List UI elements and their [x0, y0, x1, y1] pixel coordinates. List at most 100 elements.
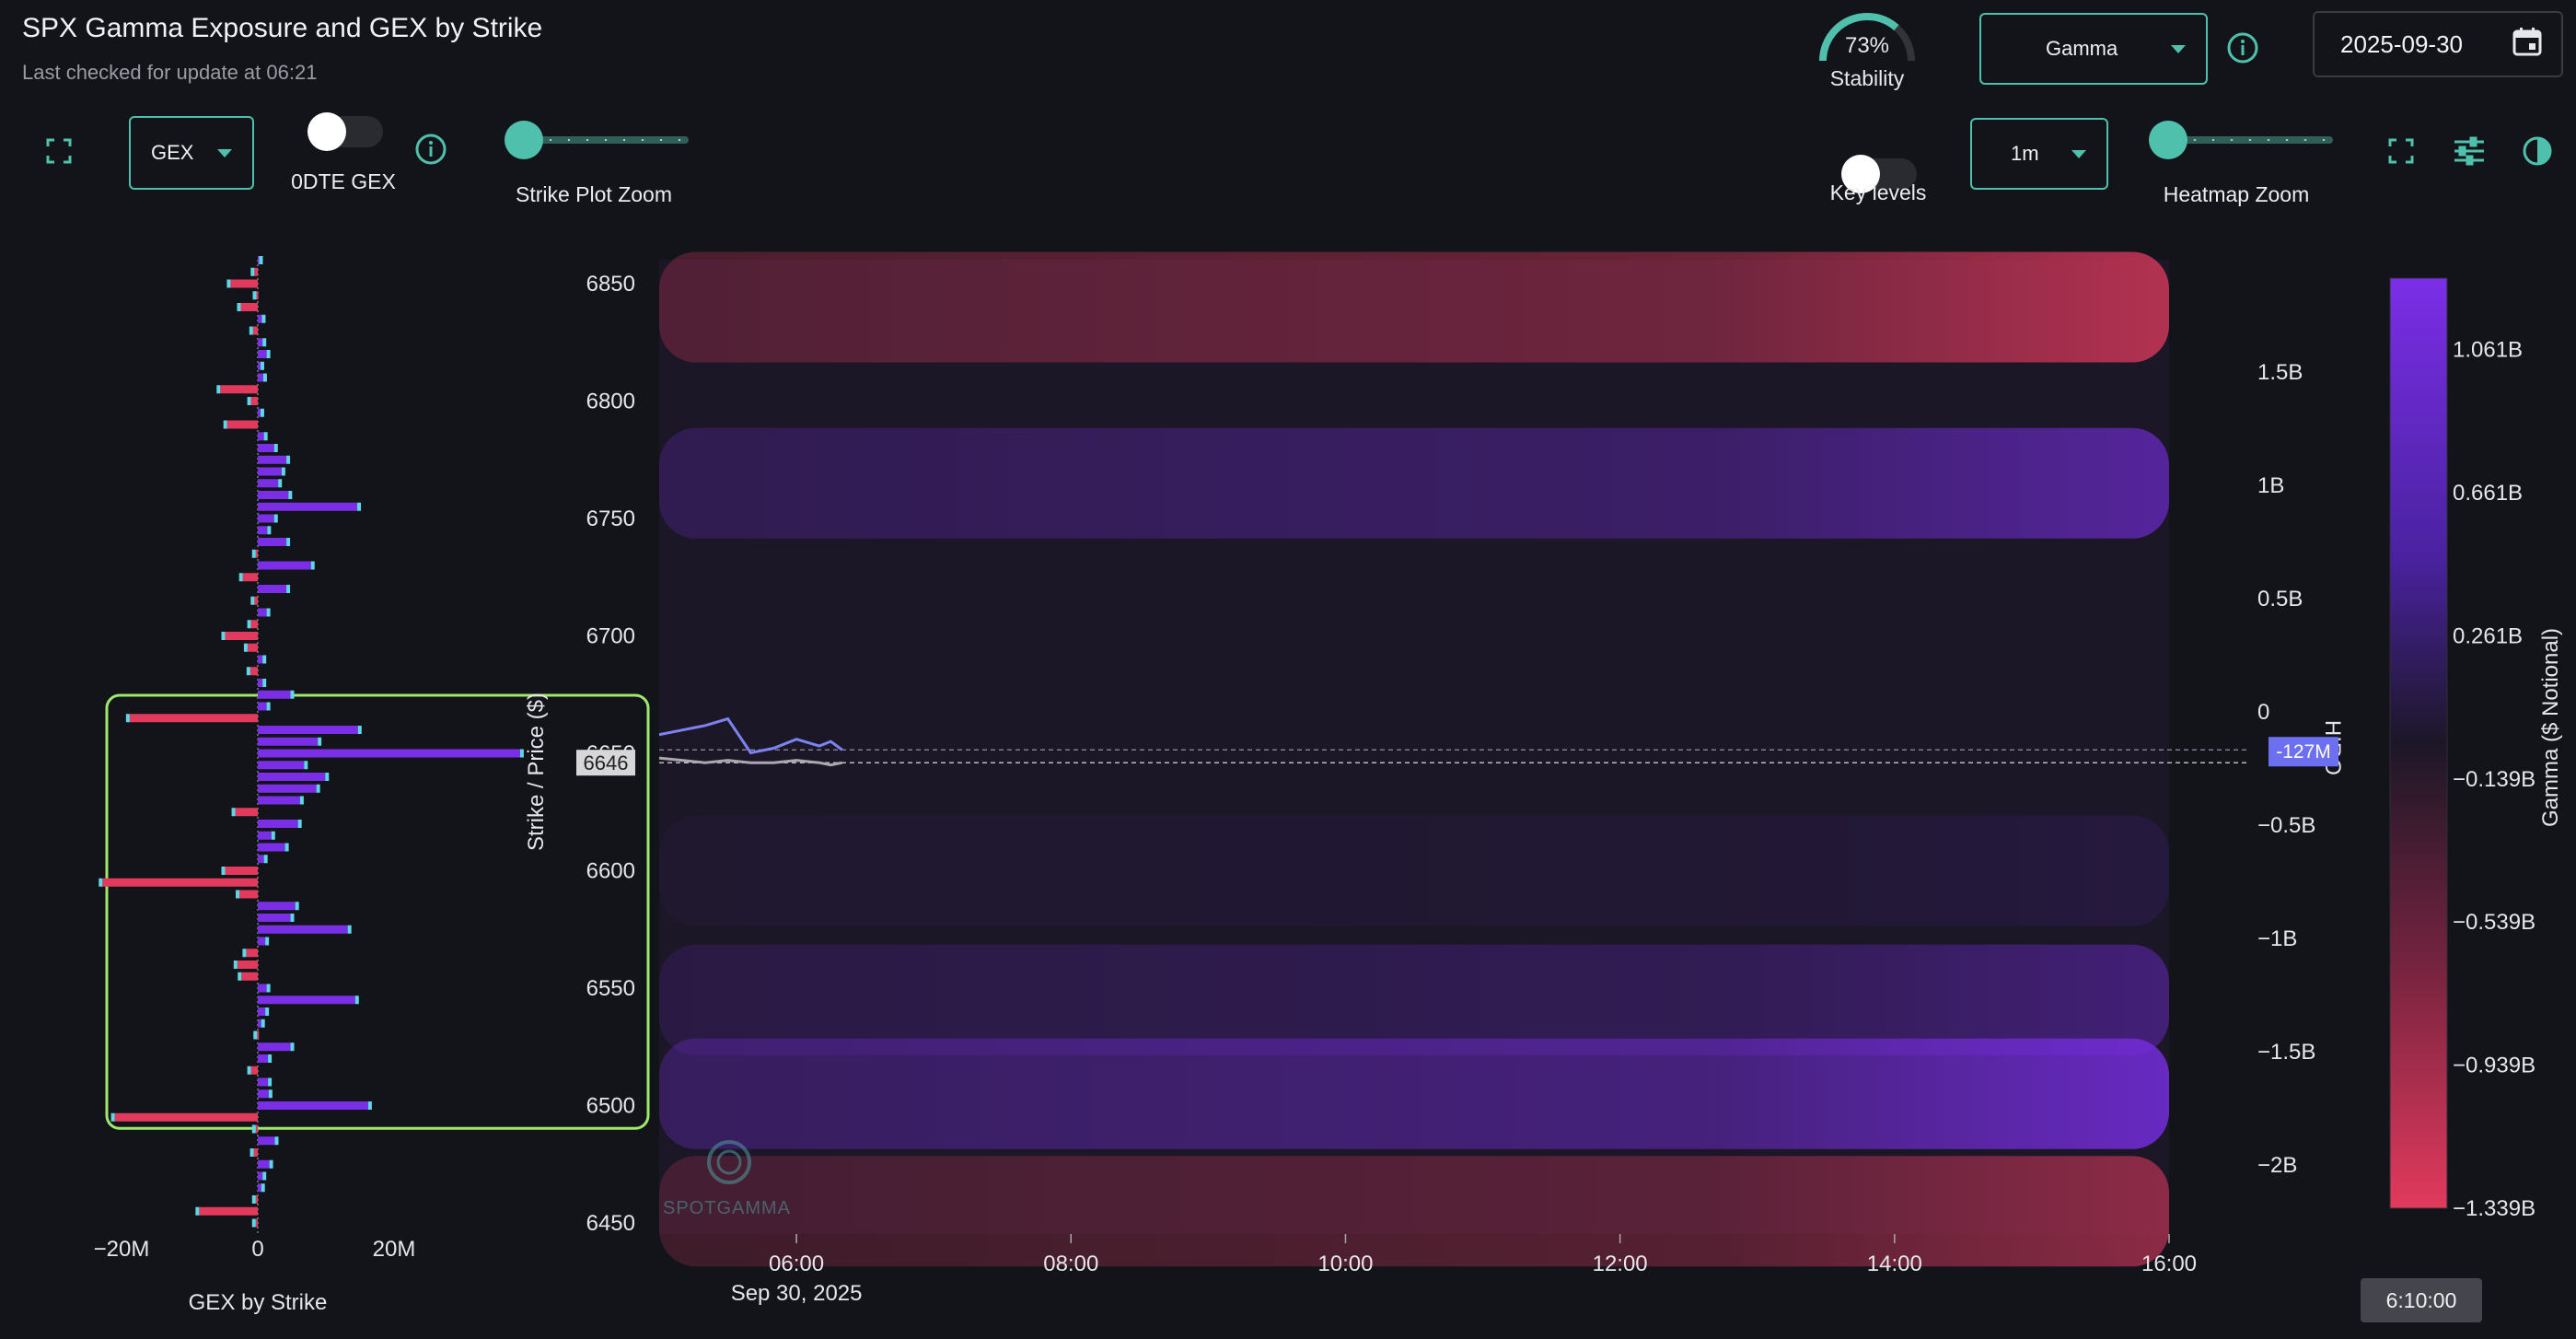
time-x-tick: 06:00: [769, 1252, 824, 1276]
gex-bar-cap: [325, 773, 330, 781]
gex-bar-cap: [265, 1007, 270, 1016]
gex-bar-cap: [251, 1195, 256, 1204]
gex-bar: [254, 596, 258, 605]
gex-bar-cap: [266, 350, 271, 358]
gex-bar: [258, 702, 267, 711]
gex-bar-cap: [262, 338, 267, 347]
gex-bar-cap: [268, 1077, 273, 1087]
gex-bar-cap: [274, 1136, 279, 1146]
gex-bar: [258, 467, 282, 476]
stability-gauge: 73% Stability: [1812, 6, 1922, 94]
gex-bar: [258, 1019, 261, 1028]
contrast-icon[interactable]: [2517, 131, 2558, 171]
price-y-tick: 6700: [586, 624, 635, 649]
gex-bar: [258, 984, 267, 993]
chevron-down-icon: [2171, 44, 2186, 53]
gex-bar-cap: [247, 620, 251, 629]
date-value: 2025-09-30: [2340, 29, 2463, 58]
metric-select[interactable]: Gamma: [1979, 13, 2208, 85]
gex-bar-cap: [247, 1065, 251, 1075]
heatmap-band: [659, 815, 2169, 926]
gex-bar-cap: [253, 1030, 258, 1040]
price-y-tick: 6600: [586, 859, 635, 884]
hiro-y-tick: 1B: [2257, 473, 2284, 498]
gex-bar-cap: [249, 1148, 254, 1157]
heatmap-zoom-label: Heatmap Zoom: [2163, 182, 2310, 206]
price-y-tick: 6500: [586, 1094, 635, 1119]
gex-select[interactable]: GEX: [129, 116, 254, 190]
date-picker[interactable]: 2025-09-30: [2313, 11, 2563, 77]
slider-thumb[interactable]: [505, 121, 543, 159]
gex-bar-cap: [260, 361, 264, 370]
strike-x-tick: −20M: [94, 1237, 150, 1262]
gex-bar: [258, 432, 264, 441]
slider-thumb[interactable]: [2149, 121, 2187, 159]
colorbar-gradient: [2389, 277, 2448, 1209]
gex-bar: [258, 514, 274, 523]
settings-sliders-icon[interactable]: [2449, 131, 2489, 171]
heatmap-zoom-slider[interactable]: [2149, 121, 2333, 159]
stability-label: Stability: [1829, 66, 1905, 90]
strike-x-tick: 0: [251, 1237, 263, 1262]
gex-bar-cap: [286, 538, 291, 546]
time-x-tick: 10:00: [1317, 1252, 1373, 1276]
strike-plot-zoom-slider[interactable]: [505, 121, 689, 159]
gex-bar-cap: [269, 1159, 273, 1169]
gex-bar: [258, 690, 291, 699]
gex-bar-cap: [267, 526, 272, 535]
gex-bar: [258, 925, 348, 934]
gex-bar-cap: [195, 1206, 200, 1216]
gex-bar: [258, 737, 319, 746]
gex-bar-cap: [260, 408, 264, 417]
expand-icon[interactable]: [39, 131, 79, 171]
info-icon[interactable]: [2222, 28, 2263, 68]
colorbar-tick: −0.139B: [2453, 767, 2535, 792]
gex-bar: [258, 444, 274, 452]
gex-bar: [258, 585, 287, 593]
time-tooltip-text: 6:10:00: [2385, 1287, 2457, 1312]
gex-bar-cap: [242, 949, 247, 958]
gex-bar-cap: [251, 1218, 256, 1228]
gex-bar-cap: [316, 784, 320, 793]
gex-bar-cap: [237, 303, 241, 311]
gex-bar: [258, 773, 326, 781]
colorbar-tick: 0.261B: [2453, 623, 2523, 648]
gex-bar-cap: [233, 961, 238, 969]
gex-bar-cap: [221, 632, 226, 640]
heatmap-band: [659, 251, 2169, 363]
gex-bar-cap: [273, 444, 278, 452]
gex-bar: [258, 491, 289, 499]
gex-bar: [258, 1159, 270, 1169]
page-title: SPX Gamma Exposure and GEX by Strike: [22, 13, 543, 43]
gex-bar: [258, 338, 263, 347]
gex-bar-cap: [281, 467, 285, 476]
gex-bar: [258, 1136, 275, 1146]
info-icon[interactable]: [411, 129, 451, 169]
gex-bar: [241, 972, 258, 981]
gex-bar: [246, 949, 258, 958]
gex-bar: [258, 1007, 266, 1016]
odte-gex-toggle[interactable]: [307, 112, 383, 151]
gex-bar-cap: [226, 279, 231, 288]
gex-bar: [255, 1124, 258, 1134]
gex-bar: [258, 820, 298, 828]
expand-icon[interactable]: [2381, 131, 2421, 171]
calendar-icon: [2512, 26, 2543, 64]
gex-bar-cap: [216, 385, 221, 394]
heatmap-band: [659, 427, 2169, 539]
gex-bar-cap: [278, 479, 283, 488]
gex-bar: [253, 1148, 258, 1157]
interval-select[interactable]: 1m: [1970, 118, 2108, 190]
gex-bar-cap: [266, 608, 271, 617]
gex-bar: [114, 1112, 258, 1122]
price-y-tick: 6800: [586, 390, 635, 414]
gex-bar: [258, 784, 317, 793]
chevron-down-icon: [217, 148, 232, 157]
hiro-y-tick: 0.5B: [2257, 587, 2303, 611]
gex-bar-cap: [357, 502, 362, 511]
gex-bar-cap: [263, 855, 268, 864]
gex-bar: [258, 608, 267, 617]
gex-bar-cap: [354, 996, 359, 1005]
gex-bar-cap: [284, 843, 289, 852]
gex-select-value: GEX: [151, 141, 194, 164]
